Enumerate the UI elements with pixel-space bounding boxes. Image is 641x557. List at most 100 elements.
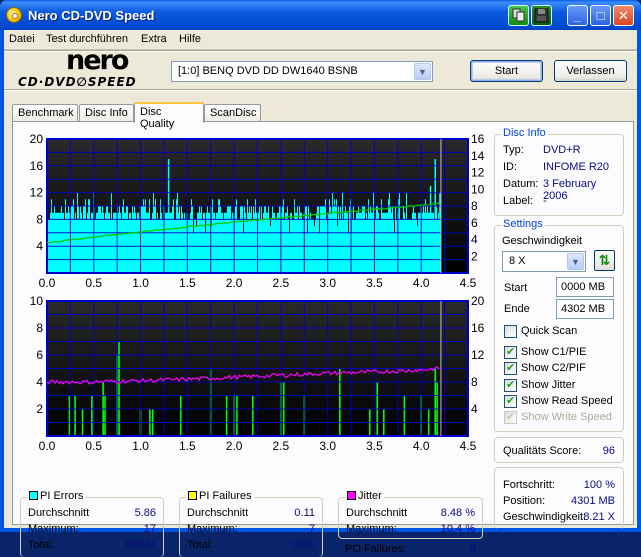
pi-errors-group: PI Errors Durchschnitt 5.86 Maximum: 17 … bbox=[20, 490, 164, 557]
minimize-button[interactable]: _ bbox=[567, 5, 588, 26]
pi-failures-bar bbox=[74, 395, 76, 436]
nero-app-icon bbox=[6, 7, 22, 23]
y2-tick-label: 20 bbox=[471, 294, 485, 308]
checkbox-label: Show Jitter bbox=[521, 379, 576, 391]
x-tick-label: 1.0 bbox=[132, 276, 149, 290]
end-label: Ende bbox=[504, 303, 530, 315]
x-tick-label: 3.0 bbox=[319, 439, 336, 453]
po-failures-label: PO Failures: bbox=[345, 543, 407, 555]
jitter-max-label: Maximum: bbox=[346, 523, 397, 535]
x-tick-label: 2.5 bbox=[273, 276, 290, 290]
close-button[interactable]: ✕ bbox=[613, 5, 634, 26]
current-speed-value: 8.21 X bbox=[583, 511, 615, 523]
x-tick-label: 0.5 bbox=[85, 276, 102, 290]
jitter-avg-label: Durchschnitt bbox=[346, 507, 408, 519]
tab-disc-info[interactable]: Disc Info bbox=[79, 104, 134, 122]
checkbox-box bbox=[504, 394, 517, 408]
y-tick-label: 6 bbox=[36, 348, 43, 362]
menu-extra[interactable]: Extra bbox=[141, 33, 167, 45]
menu-hilfe[interactable]: Hilfe bbox=[179, 33, 201, 45]
jitter-title: Jitter bbox=[345, 490, 384, 502]
pi-errors-avg-value: 5.86 bbox=[134, 507, 156, 519]
position-value: 4301 MB bbox=[570, 495, 615, 507]
y-tick-label: 20 bbox=[30, 132, 44, 146]
save-icon[interactable] bbox=[531, 5, 552, 26]
chevron-down-icon[interactable]: ▼ bbox=[567, 253, 584, 270]
drive-select-value: [1:0] BENQ DVD DD DW1640 BSNB bbox=[178, 65, 358, 77]
pi-errors-avg-label: Durchschnitt bbox=[28, 507, 90, 519]
maximize-button[interactable]: □ bbox=[590, 5, 611, 26]
copy-icon[interactable] bbox=[508, 5, 529, 26]
checkbox-label: Show C2/PIF bbox=[521, 362, 586, 374]
pi-errors-total-label: Total: bbox=[28, 539, 55, 551]
client-area: Datei Test durchführen Extra Hilfe nero … bbox=[4, 30, 637, 557]
y-tick-label: 10 bbox=[30, 294, 44, 308]
pi-failures-title-text: PI Failures bbox=[199, 490, 252, 502]
progress-group: Fortschritt: 100 % Position: 4301 MB Ges… bbox=[494, 467, 624, 529]
y-tick-label: 4 bbox=[36, 239, 43, 253]
checkbox-box bbox=[504, 345, 517, 359]
tab-disc-quality[interactable]: Disc Quality bbox=[134, 102, 204, 130]
disc-date-value: 3 February 2006 bbox=[543, 178, 597, 202]
y2-tick-label: 8 bbox=[471, 375, 478, 389]
y2-tick-label: 16 bbox=[471, 321, 485, 335]
pi-errors-title: PI Errors bbox=[27, 490, 86, 502]
menu-test[interactable]: Test durchführen bbox=[46, 33, 128, 45]
y2-tick-label: 16 bbox=[471, 132, 485, 146]
y-tick-label: 16 bbox=[30, 159, 44, 173]
pi-errors-title-text: PI Errors bbox=[40, 490, 84, 502]
charts: 0.0 0.5 1.0 1.5 2.0 2.5 3.0 3.5 4.0 4.54812162024… bbox=[30, 132, 485, 453]
pi-errors-swatch bbox=[29, 491, 38, 500]
start-button[interactable]: Start bbox=[470, 60, 543, 82]
jitter-title-text: Jitter bbox=[358, 490, 382, 502]
checkbox-label: Quick Scan bbox=[521, 325, 578, 337]
pi-failures-bar bbox=[118, 341, 120, 436]
y2-tick-label: 14 bbox=[471, 149, 485, 163]
progress-value: 100 % bbox=[583, 479, 615, 491]
pi-errors-max-label: Maximum: bbox=[28, 523, 79, 535]
speed-select[interactable]: 8 X ▼ bbox=[502, 251, 586, 272]
end-field[interactable]: 4302 MB bbox=[556, 299, 614, 319]
pi-failures-bar bbox=[225, 395, 228, 436]
y2-tick-label: 8 bbox=[471, 199, 478, 213]
disc-label-label: Label: bbox=[503, 195, 533, 207]
speed-select-value: 8 X bbox=[509, 255, 526, 267]
menu-datei[interactable]: Datei bbox=[9, 33, 35, 45]
y2-tick-label: 12 bbox=[471, 348, 485, 362]
pi-failures-total-value: 1001 bbox=[290, 539, 315, 551]
pi-failures-group: PI Failures Durchschnitt 0.11 Maximum: 7… bbox=[179, 490, 323, 557]
disc-date-label: Datum: bbox=[503, 178, 539, 190]
po-failures-value: 0 bbox=[469, 543, 476, 555]
y2-tick-label: 12 bbox=[471, 166, 485, 180]
x-tick-label: 2.0 bbox=[226, 439, 243, 453]
pi-failures-bar bbox=[339, 368, 341, 436]
separator bbox=[4, 89, 637, 91]
refresh-icon[interactable]: ⇅ bbox=[594, 250, 615, 271]
pi-failures-bar bbox=[179, 395, 182, 436]
tab-benchmark[interactable]: Benchmark bbox=[12, 104, 78, 122]
app-window: Nero CD-DVD Speed _ □ ✕ Datei Test durch… bbox=[0, 0, 641, 557]
exit-button[interactable]: Verlassen bbox=[554, 60, 627, 82]
x-tick-label: 1.5 bbox=[179, 276, 196, 290]
pi-failures-avg-label: Durchschnitt bbox=[187, 507, 249, 519]
x-tick-label: 2.5 bbox=[273, 439, 290, 453]
y2-tick-label: 4 bbox=[471, 233, 478, 247]
current-speed-label: Geschwindigkeit: bbox=[503, 511, 587, 523]
start-label: Start bbox=[504, 282, 528, 294]
drive-select[interactable]: [1:0] BENQ DVD DD DW1640 BSNB ▼ bbox=[171, 61, 433, 82]
tab-scandisc[interactable]: ScanDisc bbox=[204, 104, 261, 122]
x-tick-label: 4.5 bbox=[460, 439, 477, 453]
pi-failures-swatch bbox=[188, 491, 197, 500]
y-tick-label: 8 bbox=[36, 212, 43, 226]
pi-failures-bar bbox=[104, 395, 106, 436]
x-tick-label: 3.0 bbox=[319, 276, 336, 290]
pi-failures-bar bbox=[252, 395, 254, 436]
y-tick-label: 8 bbox=[36, 321, 43, 335]
start-field[interactable]: 0000 MB bbox=[556, 277, 614, 297]
chevron-down-icon[interactable]: ▼ bbox=[414, 63, 431, 80]
window-title: Nero CD-DVD Speed bbox=[28, 8, 155, 23]
jitter-group: Jitter Durchschnitt 8.48 % Maximum: 10.4… bbox=[338, 490, 483, 539]
pi-failures-max-label: Maximum: bbox=[187, 523, 238, 535]
checkbox-label: Show Read Speed bbox=[521, 395, 613, 407]
y-tick-label: 2 bbox=[36, 402, 43, 416]
